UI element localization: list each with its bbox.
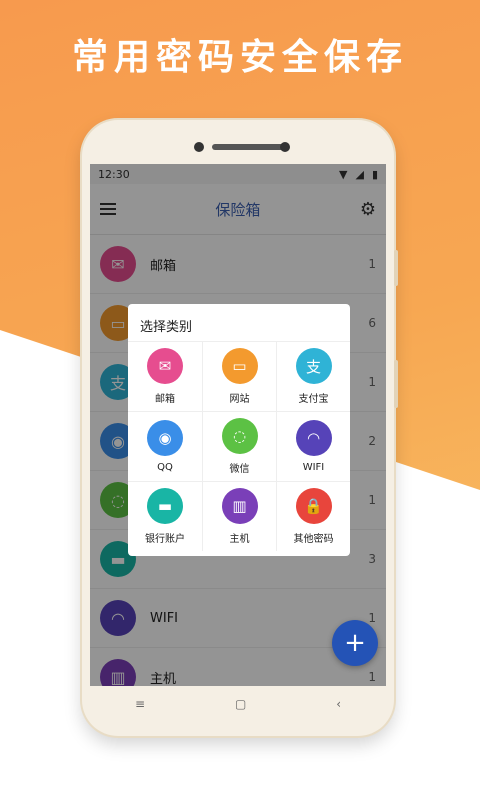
volume-button (394, 250, 398, 286)
category-option[interactable]: 支支付宝 (276, 341, 350, 411)
sensor (280, 142, 290, 152)
category-option[interactable]: ▭ 网站 (202, 341, 276, 411)
mail-icon: ✉ (147, 348, 183, 384)
back-icon[interactable]: ‹ (336, 697, 341, 711)
front-camera (194, 142, 204, 152)
wechat-icon: ◌ (221, 418, 258, 454)
category-label: 银行账户 (145, 534, 185, 545)
category-option[interactable]: ▬ 银行账户 (128, 481, 202, 551)
bank-card-icon: ▬ (147, 488, 183, 524)
category-label: 其他密码 (293, 534, 334, 545)
category-grid: ✉ 邮箱 ▭ 网站 支支付宝 ◉ QQ ◌ 微信 ◠ WIFI ▬ 银行账户 ▥ 主机 🔒 其他密码 (128, 341, 350, 551)
speaker (212, 144, 284, 150)
category-label: 邮箱 (155, 394, 175, 405)
category-option[interactable]: ◉ QQ (128, 411, 202, 481)
alipay-icon: 支 (295, 348, 332, 384)
category-label: 网站 (229, 394, 250, 405)
system-nav-bar: ≡ ▢ ‹ (90, 686, 386, 722)
category-option[interactable]: ✉ 邮箱 (128, 341, 202, 411)
category-option[interactable]: 🔒 其他密码 (276, 481, 350, 551)
category-option[interactable]: ◠ WIFI (276, 411, 350, 481)
screen: 12:30 ▼ ◢ ▮ 保险箱 ⚙ ✉ 邮箱 1 ▭ 6 支 1 ◉ 2 ◌ 1 ▬ 3 ◠ WIFI 1 ▥ 主… (90, 164, 386, 686)
headline: 常用密码安全保存 (71, 37, 408, 78)
wifi-router-icon: ◠ (295, 420, 332, 456)
category-option[interactable]: ◌ 微信 (202, 411, 276, 481)
category-option[interactable]: ▥ 主机 (202, 481, 276, 551)
dialog-title: 选择类别 (140, 320, 193, 335)
category-label: 支付宝 (298, 394, 329, 405)
category-dialog: 选择类别 ✉ 邮箱 ▭ 网站 支支付宝 ◉ QQ ◌ 微信 ◠ WIFI ▬ 银行账户 ▥ 主机 🔒 其他密码 (128, 304, 350, 556)
category-label: WIFI (302, 462, 325, 473)
recents-icon[interactable]: ≡ (135, 697, 145, 711)
add-button[interactable]: + (332, 620, 378, 666)
server-icon: ▥ (221, 488, 258, 524)
phone-frame: 12:30 ▼ ◢ ▮ 保险箱 ⚙ ✉ 邮箱 1 ▭ 6 支 1 ◉ 2 ◌ 1 ▬ 3 ◠ WIFI 1 ▥ 主… (82, 120, 398, 736)
category-label: QQ (157, 462, 173, 473)
home-icon[interactable]: ▢ (235, 697, 246, 711)
qq-icon: ◉ (147, 420, 183, 456)
lock-icon: 🔒 (295, 488, 332, 524)
category-label: 主机 (229, 534, 250, 545)
category-label: 微信 (229, 464, 250, 475)
power-button (394, 360, 398, 408)
website-icon: ▭ (221, 348, 258, 384)
